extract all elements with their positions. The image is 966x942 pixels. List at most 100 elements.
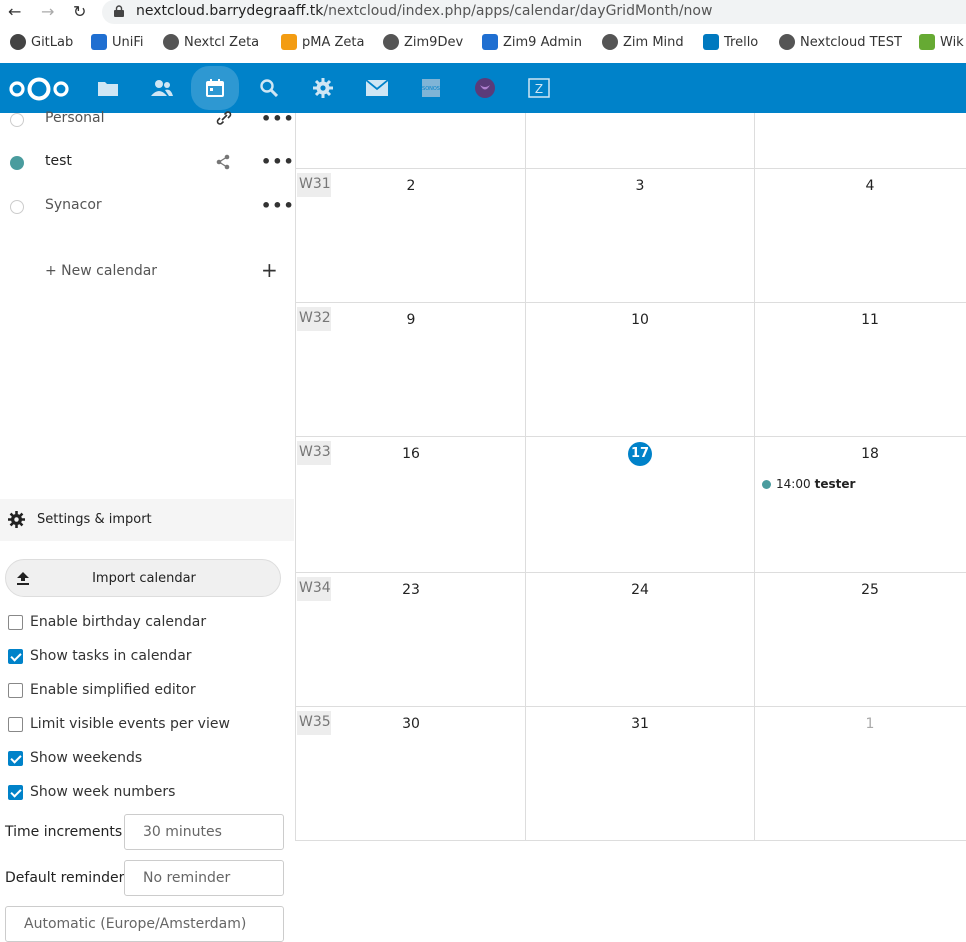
day-divider [525,573,526,706]
checkbox[interactable] [8,750,23,766]
privacy-icon[interactable] [467,70,503,106]
calendar-item-personal[interactable]: Personal ••• [0,99,294,135]
bookmark-label: Trello [724,34,759,50]
bookmark-label: UniFi [112,34,144,50]
default-reminder-value: No reminder [143,870,231,886]
week-row: W35 30 31 1 [296,707,966,841]
day-number[interactable]: 25 [850,582,890,598]
setting-option[interactable]: Show tasks in calendar [8,645,192,667]
day-divider [754,113,755,168]
calendar-color-dot[interactable] [10,200,24,214]
setting-label: Show week numbers [30,784,176,800]
svg-text:Z: Z [535,82,543,96]
setting-option[interactable]: Enable simplified editor [8,679,196,701]
bookmark-item[interactable]: GitLab [10,34,73,50]
bookmark-label: Zim9 Admin [503,34,583,50]
bookmark-item[interactable]: Nextcl Zeta [163,34,259,50]
bookmark-item[interactable]: Zim9 Admin [482,34,582,50]
checkbox[interactable] [8,682,23,698]
week-number[interactable]: W33 [297,441,331,465]
day-number[interactable]: 9 [391,312,431,328]
bookmark-favicon-icon [10,34,26,50]
week-number[interactable]: W32 [297,307,331,331]
day-number[interactable]: 11 [850,312,890,328]
week-number[interactable]: W31 [297,173,331,197]
default-reminder-label: Default reminder [5,870,125,886]
setting-option[interactable]: Enable birthday calendar [8,611,206,633]
week-number[interactable]: W35 [297,711,331,735]
checkbox[interactable] [8,614,23,630]
bookmark-item[interactable]: Wik [919,34,964,50]
bookmark-label: Nextcloud TEST [800,34,902,50]
bookmark-item[interactable]: Nextcloud TEST [779,34,902,50]
day-number[interactable]: 30 [391,716,431,732]
setting-label: Enable simplified editor [30,682,196,698]
forward-icon[interactable]: → [41,2,54,22]
app-navigation: Personal ••• test ••• Synacor ••• + New … [0,109,294,942]
bookmark-item[interactable]: Trello [703,34,758,50]
bookmark-item[interactable]: Zim9Dev [383,34,463,50]
bookmark-label: GitLab [31,34,74,50]
settings-import-toggle[interactable]: Settings & import [0,499,294,541]
bookmark-favicon-icon [703,34,719,50]
bookmark-favicon-icon [919,34,935,50]
address-bar[interactable]: nextcloud.barrydegraaff.tk/nextcloud/ind… [102,0,966,24]
bookmark-label: Nextcl Zeta [184,34,260,50]
setting-option[interactable]: Show weekends [8,747,142,769]
mail-icon[interactable] [359,70,395,106]
calendar-item-test[interactable]: test ••• [0,142,294,178]
day-number[interactable]: 23 [391,582,431,598]
day-number[interactable]: 1 [850,716,890,732]
more-actions-icon[interactable]: ••• [261,109,295,128]
settings-icon[interactable] [305,70,341,106]
day-number[interactable]: 10 [620,312,660,328]
day-number[interactable]: 31 [620,716,660,732]
more-actions-icon[interactable]: ••• [261,152,295,171]
timezone-select[interactable]: Automatic (Europe/Amsterdam) [5,906,284,942]
setting-option[interactable]: Limit visible events per view [8,713,230,735]
link-icon[interactable] [216,111,232,125]
calendar-item-synacor[interactable]: Synacor ••• [0,186,294,222]
checkbox[interactable] [8,716,23,732]
day-number[interactable]: 16 [391,446,431,462]
day-divider [525,437,526,572]
today-day-number[interactable]: 17 [628,442,652,466]
sonos-icon[interactable]: SONOS [413,70,449,106]
checkbox[interactable] [8,784,23,800]
setting-label: Show tasks in calendar [30,648,192,664]
checkbox[interactable] [8,648,23,664]
calendar-color-dot[interactable] [10,156,24,170]
back-icon[interactable]: ← [8,2,21,22]
more-actions-icon[interactable]: ••• [261,196,295,215]
bookmark-favicon-icon [163,34,179,50]
import-calendar-button[interactable]: Import calendar [5,559,281,597]
zimbra-icon[interactable]: Z [521,70,557,106]
bookmark-label: Zim Mind [623,34,684,50]
setting-option[interactable]: Show week numbers [8,781,175,803]
time-increments-select[interactable]: 30 minutes [124,814,284,850]
bookmark-favicon-icon [482,34,498,50]
url-text: nextcloud.barrydegraaff.tk/nextcloud/ind… [136,3,713,19]
default-reminder-select[interactable]: No reminder [124,860,284,896]
bookmark-item[interactable]: UniFi [91,34,144,50]
day-number[interactable]: 24 [620,582,660,598]
new-calendar-button[interactable]: + New calendar [45,263,157,279]
month-grid: W31 2 3 4 W32 9 10 11 W33 16 17 18 14:00 tester W34 23 2… [295,113,966,841]
bookmark-item[interactable]: pMA Zeta [281,34,364,50]
bookmark-item[interactable]: Zim Mind [602,34,684,50]
bookmark-favicon-icon [281,34,297,50]
reload-icon[interactable]: ↻ [73,2,86,22]
day-number[interactable]: 4 [850,178,890,194]
week-number[interactable]: W34 [297,577,331,601]
add-icon[interactable]: + [261,258,278,282]
day-divider [754,707,755,840]
day-number[interactable]: 18 [850,446,890,462]
calendar-event[interactable]: 14:00 tester [762,477,855,491]
lock-icon [114,5,124,17]
day-number[interactable]: 2 [391,178,431,194]
bookmark-label: Wik [940,34,964,50]
share-icon[interactable] [215,154,231,170]
week-row: W32 9 10 11 [296,303,966,437]
calendar-color-dot[interactable] [10,113,24,127]
day-number[interactable]: 3 [620,178,660,194]
